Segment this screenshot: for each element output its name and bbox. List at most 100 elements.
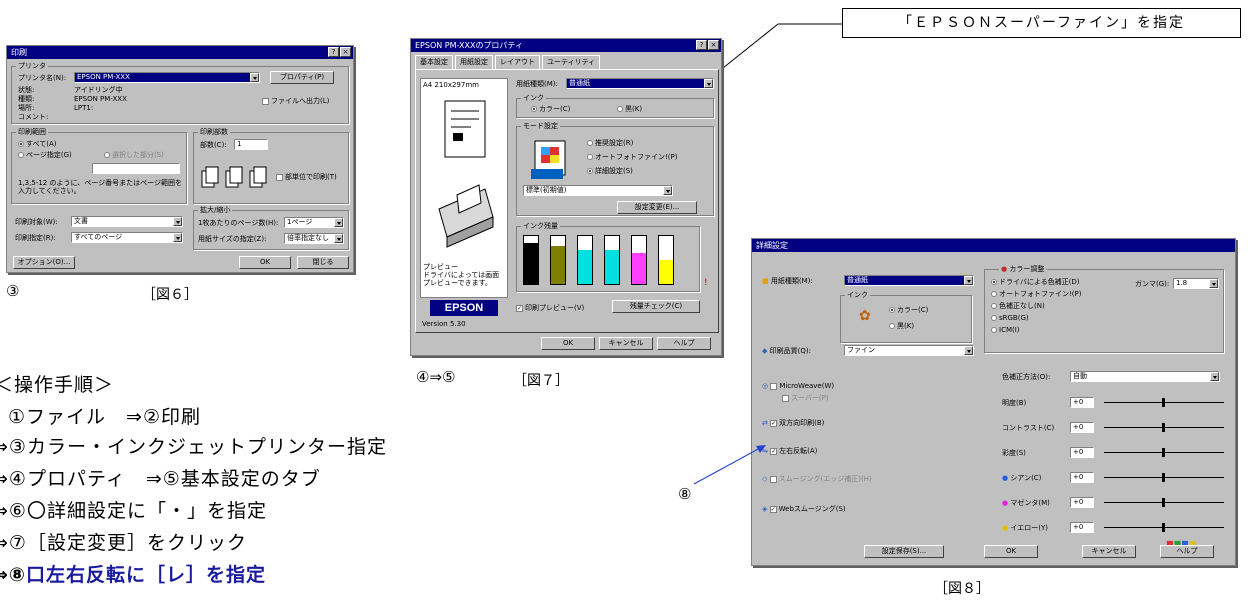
slider-value-4[interactable]: +0 [1070,472,1094,483]
chevron-down-icon [704,79,713,88]
slider-value-5[interactable]: +0 [1070,497,1094,508]
cancel-button[interactable]: キャンセル [599,337,653,350]
tab-basic[interactable]: 基本設定 [415,55,453,69]
slider-value-6[interactable]: +0 [1070,522,1094,533]
gamma-select[interactable]: 1.8 [1173,278,1219,289]
print-what-select[interactable]: 文書 [71,216,183,227]
quality-select[interactable]: 標準(初期値) [523,185,673,196]
tab-paper[interactable]: 用紙設定 [455,55,493,69]
color-option-1[interactable]: オートフォトファイン!(P) [991,290,1082,299]
radio-icon [991,327,997,333]
microweave-label: MicroWeave(W) [779,382,835,390]
ink-color-radio[interactable]: カラー(C) [889,306,928,315]
tab-layout[interactable]: レイアウト [495,55,540,69]
smoothing-checkbox[interactable]: ◇ スムージング(エッジ補正)(H) [762,475,872,484]
color-option-2[interactable]: 色補正なし(N) [991,302,1045,311]
color-option-3[interactable]: sRGB(G) [991,314,1029,323]
slider-5[interactable] [1104,498,1224,507]
range-selection-radio[interactable]: 選択した部分(S) [104,151,164,160]
slider-handle[interactable] [1162,523,1165,532]
slider-4[interactable] [1104,473,1224,482]
color-group-label: カラー調整 [1009,265,1045,273]
ink-check-button[interactable]: 残量チェック(C) [612,300,700,313]
checkbox-icon [262,97,269,105]
help-button[interactable]: ヘルプ [1160,545,1214,558]
color-method-select[interactable]: 自動 [1070,371,1220,382]
printer-name-select[interactable]: EPSON PM-XXX [74,72,260,83]
quality-select[interactable]: ファイン [844,345,974,356]
ink-black-radio[interactable]: 黒(K) [889,322,914,331]
version-label: Version 5.30 [422,320,466,328]
range-all-radio[interactable]: すべて(A) [18,140,56,149]
collate-checkbox[interactable]: 部単位で印刷(T) [276,173,337,182]
mode-photo-radio[interactable]: オートフォトファイン!(P) [587,153,678,162]
paper-size-value: A4 210x297mm [423,81,479,89]
slider-label-1: 明度(B) [1002,399,1026,408]
ink-level-fill [524,243,538,284]
save-settings-button[interactable]: 設定保存(S)... [864,545,944,558]
ink-tank-2 [550,235,566,285]
web-smoothing-checkbox[interactable]: ◈ ✓ Webスムージング(S) [762,505,846,514]
slider-handle[interactable] [1162,423,1165,432]
help-icon[interactable]: ? [328,47,339,57]
ok-button[interactable]: OK [239,256,291,269]
close-button[interactable]: 閉じる [297,256,349,269]
epson-logo: EPSON [430,300,498,316]
bidirectional-icon: ⇄ [762,419,768,427]
slider-value-3[interactable]: +0 [1070,447,1094,458]
print-select[interactable]: すべてのページ [71,232,183,243]
slider-3[interactable] [1104,448,1224,457]
pages-per-sheet-label: 1枚あたりのページ数(H): [198,219,279,227]
page-range-input[interactable] [92,163,180,174]
ink-color-radio[interactable]: カラー(C) [531,105,570,114]
radio-icon [991,303,997,309]
quality-value: 標準(初期値) [526,186,567,194]
paper-icon: ■ [762,277,769,285]
color-option-4[interactable]: ICM(I) [991,326,1020,335]
slider-handle[interactable] [1162,473,1165,482]
scale-select[interactable]: 倍率指定なし [284,233,344,244]
slider-handle[interactable] [1162,498,1165,507]
microweave-checkbox[interactable]: ◎ MicroWeave(W) [762,382,834,391]
slider-6[interactable] [1104,523,1224,532]
super-checkbox[interactable]: スーパー(P) [782,394,829,403]
print-dialog-title: 印刷 [11,48,27,57]
paper-type-select[interactable]: 普通紙 [844,275,974,286]
ink-black-radio[interactable]: 黒(K) [617,105,642,114]
help-icon[interactable]: ? [696,40,707,50]
comment-label: コメント: [18,113,49,121]
mode-group: モード設定 推奨設定(R) オートフォトファイン!(P) 詳細設定(S) 標準(… [516,122,714,216]
settings-change-button[interactable]: 設定変更(E)... [617,201,697,214]
ok-button[interactable]: OK [984,545,1038,558]
copies-input[interactable]: 1 [234,139,268,150]
range-pages-radio[interactable]: ページ指定(G) [18,151,72,160]
radio-icon [991,291,997,297]
slider-2[interactable] [1104,423,1224,432]
slider-handle[interactable] [1162,398,1165,407]
paper-type-label: 用紙種類(M): [770,277,813,285]
procedure-line-4: ⇒⑥〇詳細設定に「・」を指定 [0,500,267,522]
mode-recommended-radio[interactable]: 推奨設定(R) [587,139,633,148]
cancel-button[interactable]: キャンセル [1082,545,1136,558]
preview-checkbox[interactable]: ✓ 印刷プレビュー(V) [516,304,584,313]
fig7-caption: ［図７］ [513,373,569,389]
mode-custom-radio[interactable]: 詳細設定(S) [587,167,633,176]
options-button[interactable]: オプション(O)... [13,256,75,269]
mirror-checkbox[interactable]: ⇋ ✓ 左右反転(A) [762,447,817,456]
bidirectional-checkbox[interactable]: ⇄ ✓ 双方向印刷(B) [762,419,824,428]
paper-type-select[interactable]: 普通紙 [566,78,714,89]
slider-1[interactable] [1104,398,1224,407]
print-to-file-checkbox[interactable]: ファイルへ出力(L) [262,97,329,106]
help-button[interactable]: ヘルプ [657,337,711,350]
tab-utility[interactable]: ユーティリティ [542,55,601,69]
slider-value-1[interactable]: +0 [1070,397,1094,408]
color-option-label-4: ICM(I) [999,326,1020,334]
close-icon[interactable]: × [340,47,351,57]
color-option-0[interactable]: ドライバによる色補正(D) [991,278,1080,287]
slider-value-2[interactable]: +0 [1070,422,1094,433]
close-icon[interactable]: × [708,40,719,50]
pages-per-sheet-select[interactable]: 1ページ [284,217,344,228]
slider-handle[interactable] [1162,448,1165,457]
ok-button[interactable]: OK [541,337,595,350]
properties-button[interactable]: プロパティ(P) [270,71,334,84]
